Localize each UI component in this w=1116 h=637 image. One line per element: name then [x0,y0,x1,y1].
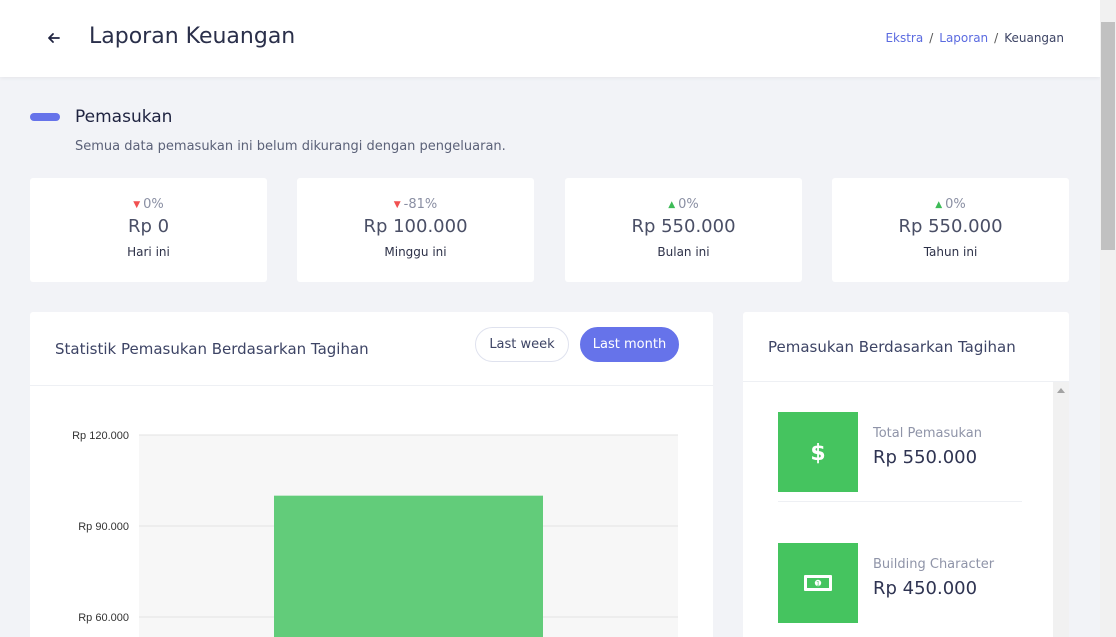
svg-text:1: 1 [816,580,820,587]
income-card-header: Pemasukan Berdasarkan Tagihan [743,312,1069,382]
section-indicator [30,113,60,121]
page-scrollbar[interactable] [1100,0,1116,637]
banknote-icon: 1 [778,543,858,623]
card-scrollbar[interactable] [1053,382,1069,637]
stat-card-today: ▼ 0% Rp 0 Hari ini [30,178,267,282]
income-item-building-character: 1 Building Character Rp 450.000 [778,543,1022,633]
chart-card-title: Statistik Pemasukan Berdasarkan Tagihan [55,340,369,358]
y-tick-label: Rp 90.000 [78,521,129,533]
breadcrumb-laporan[interactable]: Laporan [939,31,988,45]
breadcrumb-current: Keuangan [1004,31,1064,45]
stat-value: Rp 550.000 [631,216,736,237]
income-card-title: Pemasukan Berdasarkan Tagihan [768,338,1016,356]
breadcrumb-separator: / [929,31,934,45]
stat-card-week: ▼ -81% Rp 100.000 Minggu ini [297,178,534,282]
stat-card-year: ▲ 0% Rp 550.000 Tahun ini [832,178,1069,282]
back-arrow-icon[interactable] [44,28,64,48]
breadcrumb: Ekstra / Laporan / Keuangan [885,31,1064,45]
stat-card-month: ▲ 0% Rp 550.000 Bulan ini [565,178,802,282]
trend-down-icon: ▼ [393,200,401,210]
income-item-label: Building Character [873,557,995,572]
last-week-button[interactable]: Last week [475,327,569,362]
breadcrumb-separator: / [994,31,999,45]
chart-card-header: Statistik Pemasukan Berdasarkan Tagihan … [30,312,713,386]
income-item-total: $ Total Pemasukan Rp 550.000 [778,412,1022,502]
stat-value: Rp 0 [127,216,170,237]
stat-label: Minggu ini [384,245,447,259]
stat-change: ▼ -81% [393,197,438,212]
scroll-up-arrow-icon[interactable] [1057,388,1065,393]
stat-value: Rp 550.000 [898,216,1003,237]
y-tick-label: Rp 120.000 [72,430,129,442]
page-title: Laporan Keuangan [89,24,296,49]
y-tick-label: Rp 60.000 [78,612,129,624]
stat-value: Rp 100.000 [363,216,468,237]
chart-bar[interactable] [274,495,543,637]
stat-change: ▼ 0% [133,197,164,212]
trend-up-icon: ▲ [668,200,676,210]
income-by-bill-card: Pemasukan Berdasarkan Tagihan $ Total Pe… [743,312,1069,637]
income-bar-chart: Rp 120.000 Rp 90.000 Rp 60.000 [72,430,678,637]
trend-down-icon: ▼ [133,200,141,210]
trend-up-icon: ▲ [935,200,943,210]
svg-text:$: $ [810,441,825,466]
income-item-label: Total Pemasukan [873,426,983,441]
income-item-value: Rp 550.000 [873,447,978,468]
stat-change: ▲ 0% [935,197,966,212]
breadcrumb-ekstra[interactable]: Ekstra [885,31,923,45]
dollar-icon: $ [778,412,858,492]
section-title: Pemasukan [75,107,173,127]
top-bar: Laporan Keuangan Ekstra / Laporan / Keuangan [0,0,1100,77]
section-subtitle: Semua data pemasukan ini belum dikurangi… [75,139,506,154]
last-month-button[interactable]: Last month [580,327,679,362]
stat-label: Bulan ini [657,245,710,259]
stat-change: ▲ 0% [668,197,699,212]
stat-label: Tahun ini [923,245,978,259]
scrollbar-thumb[interactable] [1101,22,1115,250]
stat-label: Hari ini [127,245,170,259]
income-item-value: Rp 450.000 [873,578,978,599]
